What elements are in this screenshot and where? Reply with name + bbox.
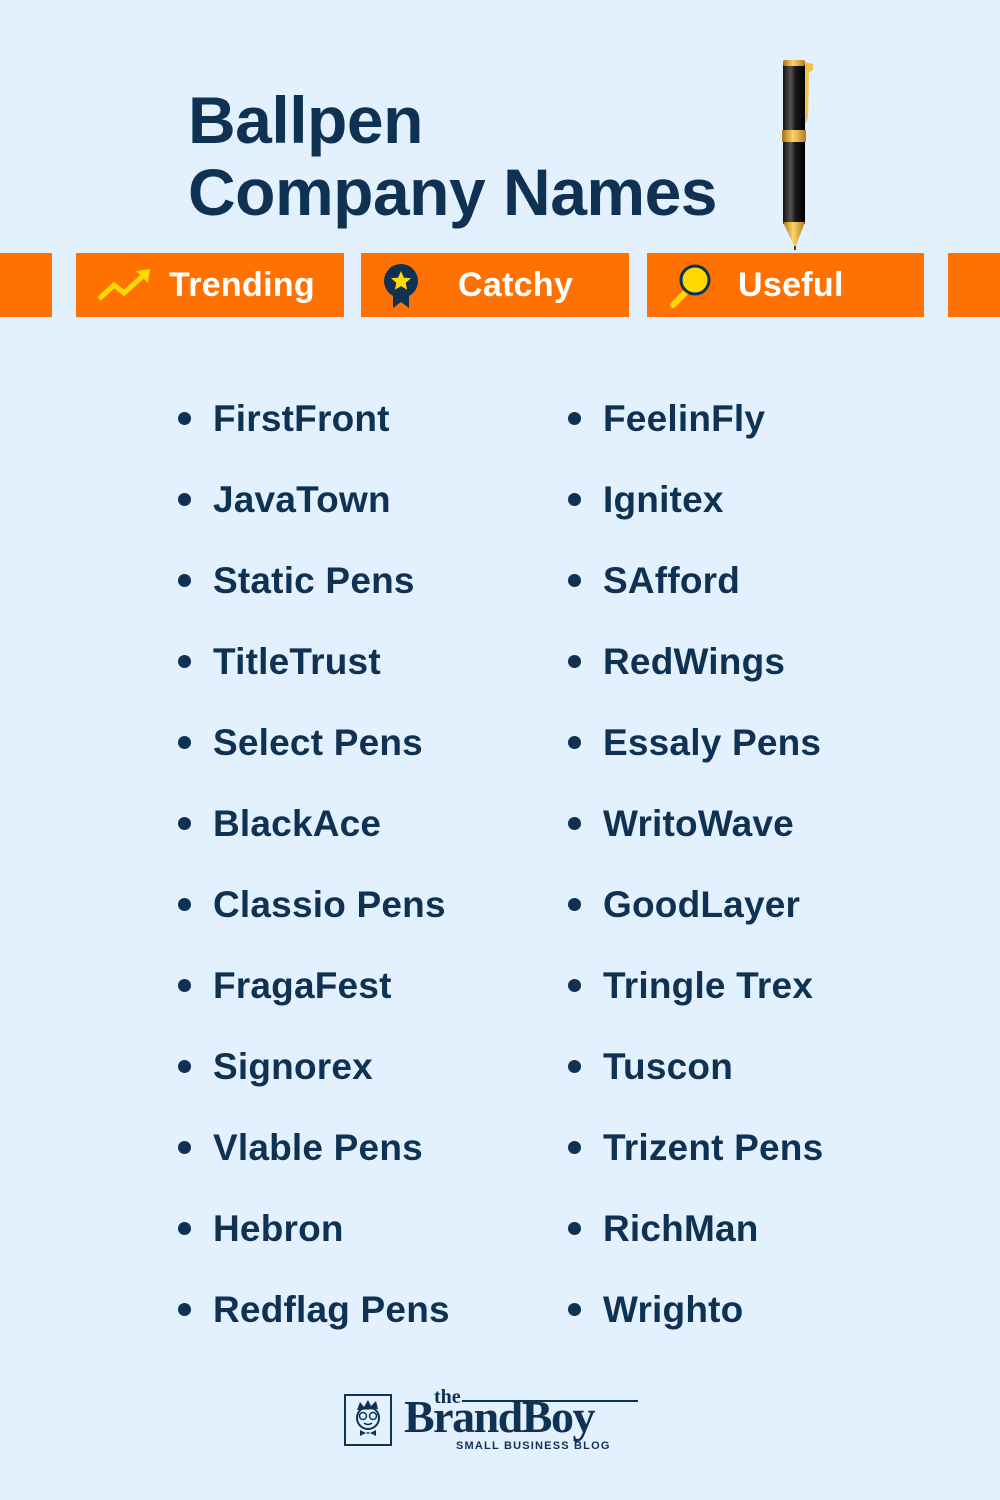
name-text: Select Pens [213,721,423,763]
list-item: Essaly Pens [568,702,823,783]
bullet-icon [178,1060,191,1073]
list-item: Vlable Pens [178,1107,450,1188]
bullet-icon [178,736,191,749]
list-item: FeelinFly [568,378,823,459]
name-text: Signorex [213,1045,373,1087]
name-text: FeelinFly [603,397,766,439]
list-item: Tringle Trex [568,945,823,1026]
list-item: Redflag Pens [178,1269,450,1350]
name-text: Hebron [213,1207,344,1249]
bullet-icon [178,817,191,830]
bullet-icon [568,898,581,911]
name-text: Wrighto [603,1288,744,1330]
page-title: Ballpen Company Names [188,83,718,229]
bullet-icon [178,1141,191,1154]
name-text: GoodLayer [603,883,801,925]
bullet-icon [568,574,581,587]
name-text: WritoWave [603,802,794,844]
list-item: GoodLayer [568,864,823,945]
list-item: Tuscon [568,1026,823,1107]
name-text: SAfford [603,559,741,601]
bullet-icon [568,655,581,668]
list-item: Ignitex [568,459,823,540]
tag-trending[interactable]: Trending [76,253,344,317]
bullet-icon [568,979,581,992]
list-item: Static Pens [178,540,450,621]
name-text: Vlable Pens [213,1126,423,1168]
list-item: FirstFront [178,378,450,459]
tag-catchy-label: Catchy [458,266,574,304]
name-text: Trizent Pens [603,1126,824,1168]
list-item: Trizent Pens [568,1107,823,1188]
bullet-icon [178,574,191,587]
bullet-icon [568,817,581,830]
bullet-icon [178,655,191,668]
bullet-icon [178,898,191,911]
title-line-2: Company Names [188,155,718,229]
orange-band-right [948,253,1000,317]
logo-brand-text: BrandBoy [404,1391,595,1442]
bullet-icon [568,1303,581,1316]
list-item: Select Pens [178,702,450,783]
name-text: Ignitex [603,478,724,520]
name-text: Redflag Pens [213,1288,450,1330]
bullet-icon [178,1303,191,1316]
name-text: JavaTown [213,478,391,520]
tag-useful-label: Useful [738,266,844,304]
list-item: BlackAce [178,783,450,864]
orange-band-left [0,253,52,317]
brandboy-logo[interactable]: the BrandBoy SMALL BUSINESS BLOG [344,1386,644,1454]
tag-trending-label: Trending [169,266,315,304]
ballpoint-pen-icon [782,60,813,250]
logo-tagline: SMALL BUSINESS BLOG [456,1440,611,1452]
name-text: TitleTrust [213,640,381,682]
list-item: RedWings [568,621,823,702]
bullet-icon [178,1222,191,1235]
bullet-icon [568,1141,581,1154]
list-item: FragaFest [178,945,450,1026]
name-text: BlackAce [213,802,382,844]
list-item: JavaTown [178,459,450,540]
bullet-icon [178,493,191,506]
name-text: FirstFront [213,397,390,439]
trending-up-arrow-icon [97,269,150,301]
bullet-icon [178,979,191,992]
name-text: RedWings [603,640,786,682]
list-item: Wrighto [568,1269,823,1350]
list-item: Signorex [178,1026,450,1107]
tag-useful[interactable]: Useful [647,253,924,317]
name-text: Essaly Pens [603,721,822,763]
bullet-icon [568,412,581,425]
bullet-icon [568,1222,581,1235]
magnifying-glass-icon [670,264,711,308]
award-ribbon-star-icon [384,264,418,308]
tag-catchy[interactable]: Catchy [361,253,629,317]
bullet-icon [568,493,581,506]
list-item: RichMan [568,1188,823,1269]
name-text: Classio Pens [213,883,446,925]
brandboy-mascot-icon [344,1394,392,1446]
bullet-icon [568,1060,581,1073]
bullet-icon [568,736,581,749]
name-text: Tuscon [603,1045,734,1087]
list-item: Hebron [178,1188,450,1269]
name-text: FragaFest [213,964,392,1006]
bullet-icon [178,412,191,425]
list-item: Classio Pens [178,864,450,945]
name-text: Static Pens [213,559,415,601]
name-text: RichMan [603,1207,759,1249]
title-line-1: Ballpen [188,83,423,157]
list-item: TitleTrust [178,621,450,702]
names-list-right: FeelinFly Ignitex SAfford RedWings Essal… [568,378,823,1350]
names-list-left: FirstFront JavaTown Static Pens TitleTru… [178,378,450,1350]
list-item: SAfford [568,540,823,621]
list-item: WritoWave [568,783,823,864]
name-text: Tringle Trex [603,964,814,1006]
